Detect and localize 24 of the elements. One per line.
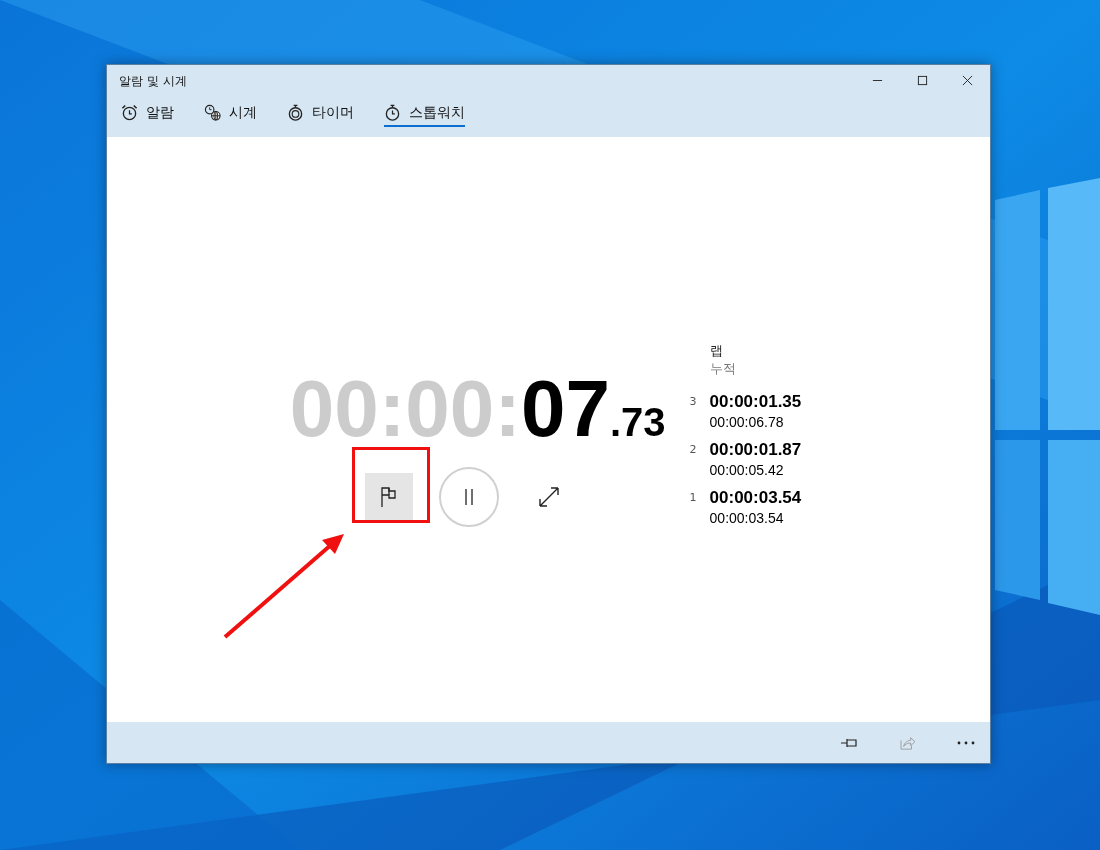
tab[interactable]: 알람 (121, 97, 174, 127)
lap-number: 1 (689, 489, 698, 506)
lap-header: 랩 (709, 341, 724, 360)
timer-icon (287, 104, 304, 121)
globe-clock-icon (204, 104, 221, 121)
lap-time: 00:00:01.87 (709, 439, 802, 460)
total-time: 00:00:03.54 (709, 509, 785, 526)
total-header: 누적 (709, 359, 737, 378)
expand-arrows-icon (537, 485, 560, 508)
tab[interactable]: 타이머 (287, 97, 354, 127)
lap-number: 3 (689, 393, 698, 410)
tab[interactable]: 스톱워치 (384, 97, 465, 127)
flag-icon (378, 485, 399, 508)
alarm-clock-icon (121, 104, 138, 121)
pause-icon (462, 487, 475, 506)
lap-time: 00:00:03.54 (709, 487, 802, 508)
total-time: 00:00:06.78 (709, 413, 785, 430)
total-time: 00:00:05.42 (709, 461, 785, 478)
lap-number: 2 (689, 441, 698, 458)
stopwatch-icon (384, 104, 401, 121)
window-title: 알람 및 시계 (119, 72, 187, 90)
lap-time: 00:00:01.35 (709, 391, 802, 412)
lap-button[interactable] (364, 472, 413, 521)
tab[interactable]: 시계 (204, 97, 257, 127)
